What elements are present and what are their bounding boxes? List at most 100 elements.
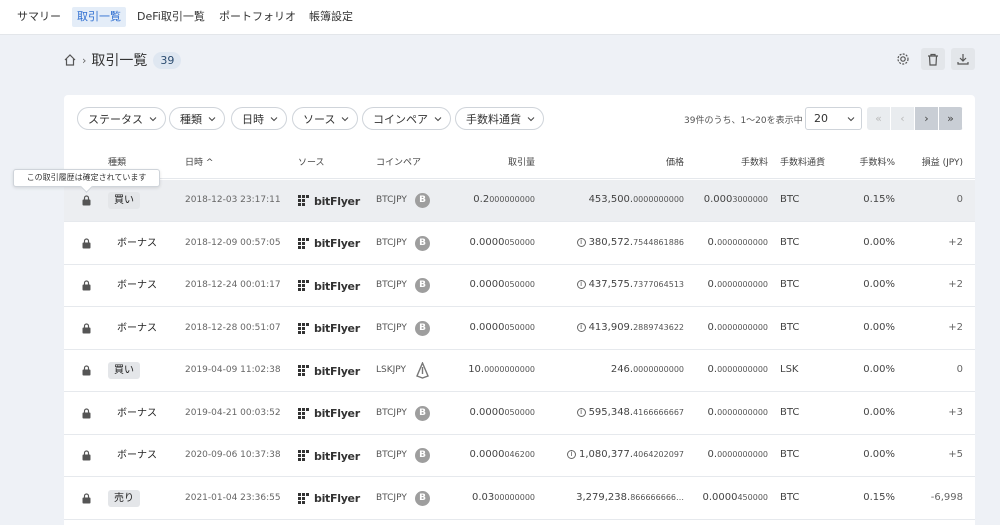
tab-defi-transactions[interactable]: DeFi取引一覧 (132, 7, 210, 27)
fee-pct-cell: 0.00% (863, 321, 895, 333)
price-cell: 453,500.0000000000 (589, 194, 684, 205)
col-fee-pct[interactable]: 手数料% (859, 155, 895, 168)
fee-currency-cell: BTC (780, 321, 800, 333)
tab-summary[interactable]: サマリー (12, 7, 66, 27)
bitcoin-coin-icon: B (415, 448, 430, 463)
table-row[interactable]: ボーナス 2020-09-06 10:37:38 bitFlyer BTCJPY B 0.… (64, 435, 975, 477)
filter-label: 日時 (242, 112, 264, 126)
type-badge: ボーナス (117, 322, 157, 334)
table-row[interactable]: ボーナス 2019-04-21 00:03:52 bitFlyer BTCJPY B 0.… (64, 393, 975, 435)
info-icon[interactable]: i (576, 237, 586, 247)
price-dec: 4166666667 (633, 407, 684, 417)
lock-icon (82, 365, 91, 376)
info-icon[interactable]: i (576, 407, 586, 417)
confirmed-tooltip: この取引履歴は確定されています (13, 169, 160, 187)
next-page-button[interactable]: › (915, 107, 939, 130)
price-int: 246. (610, 364, 634, 375)
date-cell: 2018-12-09 00:57:05 (185, 237, 281, 248)
chevron-down-icon (342, 116, 349, 121)
price-cell: i 1,080,377.4064202097 (567, 449, 684, 460)
fee-cell: 0.0000000000 (708, 449, 768, 460)
col-fee[interactable]: 手数料 (741, 155, 768, 168)
pair-cell: BTCJPY (376, 237, 407, 248)
tab-portfolio[interactable]: ポートフォリオ (214, 7, 301, 27)
table-row[interactable]: ボーナス 2018-12-28 00:51:07 bitFlyer BTCJPY B 0.… (64, 308, 975, 350)
prev-page-button[interactable]: ‹ (891, 107, 915, 130)
price-dec: 7377064513 (633, 280, 684, 289)
table-row[interactable]: 買い 2018-12-03 23:17:11 bitFlyer BTCJPY B 0.20… (64, 180, 975, 222)
fee-currency-cell: BTC (780, 236, 800, 248)
fee-dec: 0000000000 (717, 407, 768, 417)
table-row[interactable]: 売り 2021-01-04 23:36:55 bitFlyer BTCJPY B 0.03… (64, 478, 975, 520)
pair-cell: BTCJPY (376, 407, 407, 418)
price-int: 437,575. (588, 279, 634, 290)
fee-pct-cell: 0.00% (863, 279, 895, 290)
volume-int: 10. (468, 364, 485, 375)
bitflyer-logo-icon (298, 407, 309, 419)
price-dec: 7544861886 (633, 237, 684, 247)
col-pnl[interactable]: 損益 (JPY) (922, 155, 963, 168)
col-volume[interactable]: 取引量 (508, 155, 535, 168)
table-header: 種類 日時 ^ ソース コインペア 取引量 価格 手数料 手数料通貨 手数料% … (64, 143, 975, 179)
fee-cell: 0.0000000000 (708, 279, 768, 290)
type-badge: ボーナス (117, 407, 157, 419)
gear-icon[interactable] (891, 48, 915, 70)
type-badge: ボーナス (117, 280, 157, 291)
volume-dec: 000000000 (489, 195, 535, 204)
col-source[interactable]: ソース (298, 155, 325, 168)
info-icon[interactable]: i (567, 450, 577, 459)
volume-dec: 050000 (504, 237, 535, 247)
pair-cell: BTCJPY (376, 195, 407, 205)
lisk-coin-icon (416, 362, 429, 379)
date-cell: 2021-01-04 23:36:55 (185, 492, 281, 503)
col-price[interactable]: 価格 (666, 155, 684, 168)
last-page-button[interactable]: » (939, 107, 963, 130)
table-row[interactable]: ボーナス 2018-12-09 00:57:05 bitFlyer BTCJPY B 0.… (64, 223, 975, 265)
trash-icon[interactable] (921, 48, 945, 70)
filter-status[interactable]: ステータス (77, 107, 166, 130)
table-row[interactable]: 買い 2019-04-09 11:02:38 bitFlyer LSKJPY 10.00… (64, 350, 975, 392)
fee-pct-cell: 0.00% (863, 406, 895, 418)
filter-label: 手数料通貨 (466, 112, 521, 126)
date-cell: 2018-12-28 00:51:07 (185, 322, 281, 333)
col-type[interactable]: 種類 (108, 155, 126, 168)
tab-ledger-settings[interactable]: 帳簿設定 (304, 7, 358, 27)
filter-type[interactable]: 種類 (169, 107, 225, 130)
download-icon[interactable] (951, 48, 975, 70)
fee-pct-cell: 0.00% (863, 236, 895, 248)
bitcoin-coin-icon: B (415, 320, 430, 336)
col-pair[interactable]: コインペア (376, 155, 421, 168)
fee-currency-cell: LSK (780, 364, 799, 375)
price-dec: 866666666… (630, 492, 684, 502)
price-cell: i 595,348.4166666667 (576, 406, 684, 418)
filter-date[interactable]: 日時 (231, 107, 287, 130)
fee-currency-cell: BTC (780, 491, 800, 503)
home-icon[interactable] (63, 53, 77, 67)
volume-dec: 046200 (504, 450, 535, 459)
price-dec: 4064202097 (633, 450, 684, 459)
source-label: bitFlyer (314, 279, 360, 293)
table-row[interactable]: ボーナス 2018-12-24 00:01:17 bitFlyer BTCJPY B 0.… (64, 265, 975, 307)
pair-cell: BTCJPY (376, 492, 407, 503)
col-fee-currency[interactable]: 手数料通貨 (780, 155, 825, 168)
chevron-down-icon (149, 116, 157, 121)
col-date[interactable]: 日時 ^ (185, 155, 213, 168)
fee-dec: 0000000000 (717, 322, 768, 332)
bitflyer-logo-icon (298, 365, 309, 376)
per-page-select[interactable]: 20 (805, 107, 862, 130)
info-icon[interactable]: i (576, 280, 586, 289)
filter-fee-currency[interactable]: 手数料通貨 (455, 107, 544, 130)
filter-source[interactable]: ソース (292, 107, 359, 130)
source-label: bitFlyer (314, 194, 360, 208)
info-icon[interactable]: i (576, 322, 586, 332)
filter-label: ソース (303, 112, 336, 126)
price-int: 595,348. (588, 406, 634, 418)
first-page-button[interactable]: « (867, 107, 891, 130)
pnl-cell: 0 (956, 194, 963, 205)
type-badge: 買い (108, 192, 140, 209)
source-label: bitFlyer (314, 407, 360, 420)
filter-coin-pair[interactable]: コインペア (362, 107, 451, 130)
tab-transactions[interactable]: 取引一覧 (72, 7, 126, 27)
volume-cell: 0.0000050000 (469, 322, 535, 333)
pnl-cell: -6,998 (930, 491, 963, 503)
